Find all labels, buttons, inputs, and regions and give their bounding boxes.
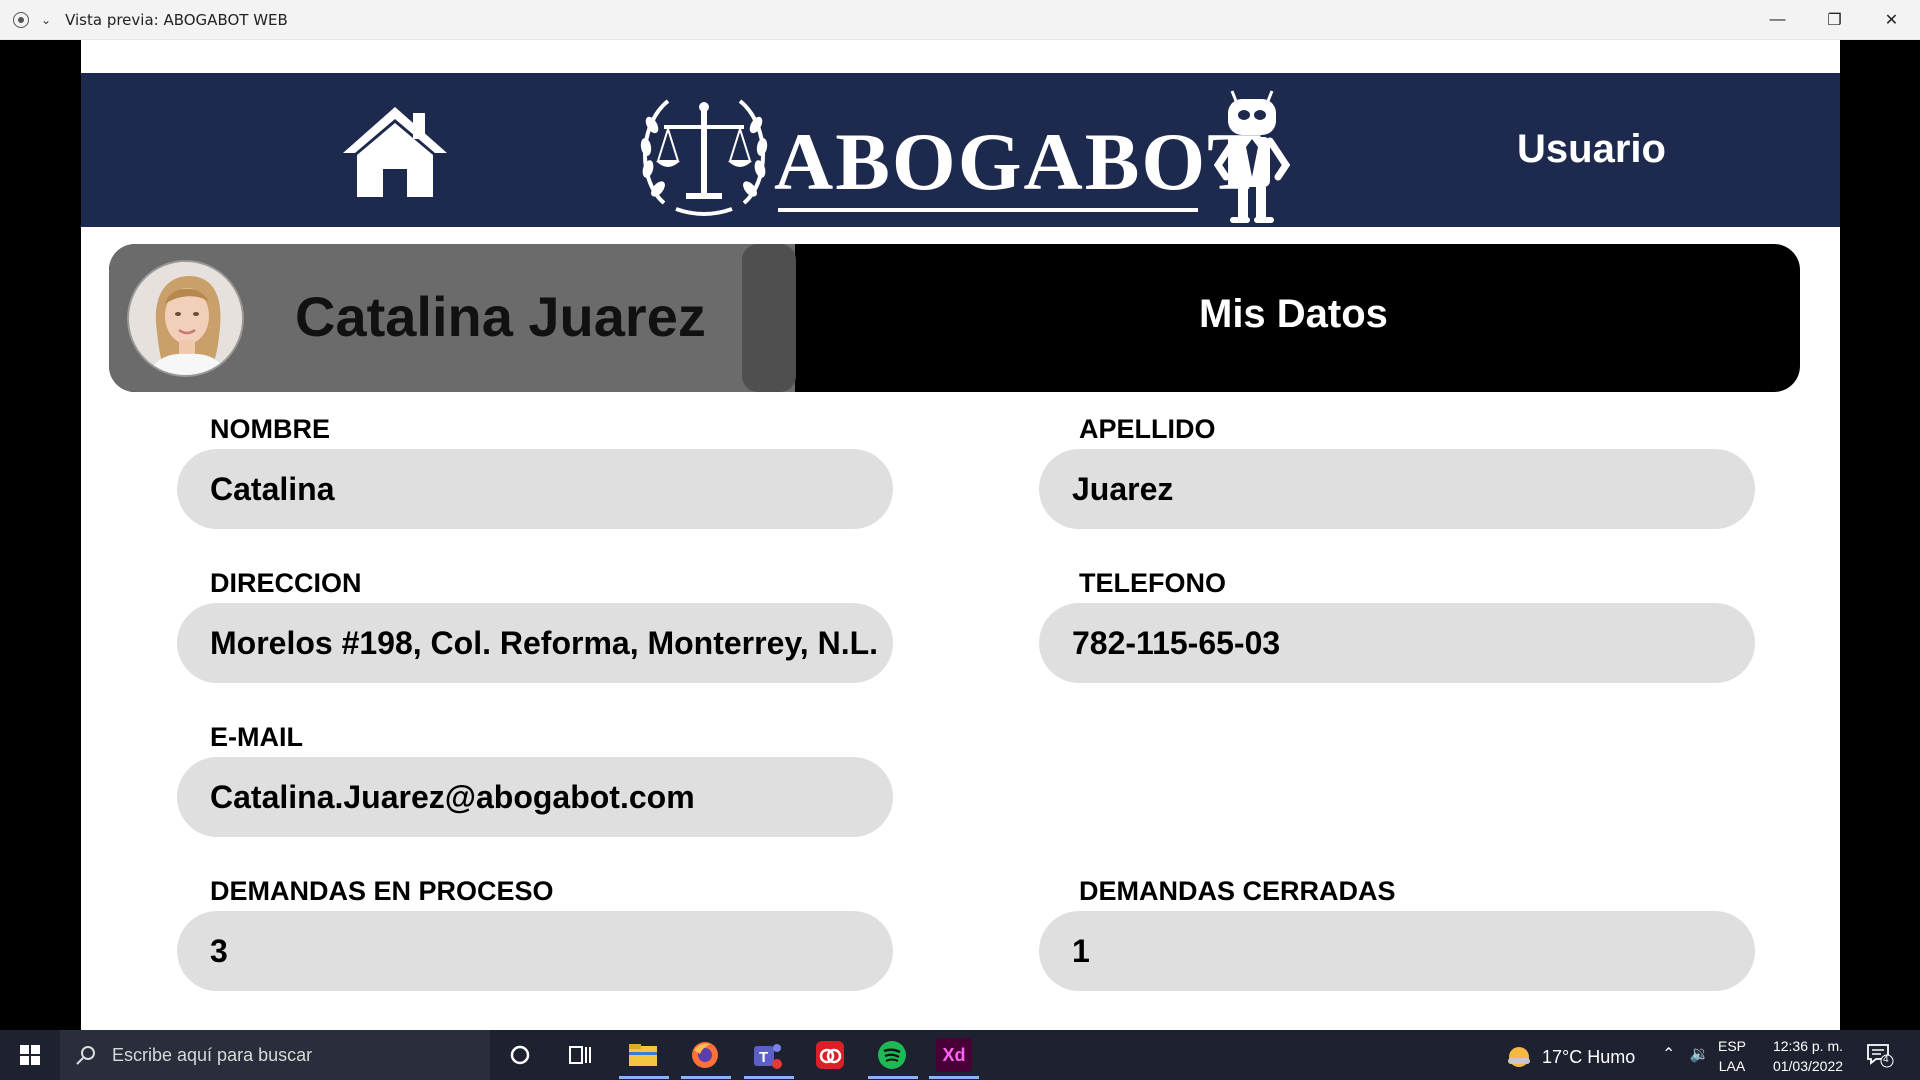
firefox-active-indicator <box>681 1076 731 1079</box>
svg-text:T: T <box>759 1049 768 1066</box>
nombre-field[interactable]: Catalina <box>177 449 893 529</box>
scales-emblem-icon <box>640 99 768 216</box>
xd-active-indicator <box>929 1076 979 1079</box>
section-title-mis-datos: Mis Datos <box>1199 292 1388 336</box>
home-icon[interactable] <box>339 103 451 199</box>
window-title: Vista previa: ABOGABOT WEB <box>65 10 288 29</box>
clock-date: 01/03/2022 <box>1772 1058 1844 1074</box>
taskbar: Escribe aquí para buscar T Xd 17°C Humo … <box>0 1030 1920 1080</box>
notification-icon <box>1867 1044 1894 1068</box>
search-icon <box>76 1046 95 1065</box>
tray-icons[interactable]: ⌃ 🔉 <box>1662 1044 1710 1064</box>
firefox-icon[interactable] <box>688 1038 722 1072</box>
telefono-label: TELEFONO <box>1079 568 1226 598</box>
email-field[interactable]: Catalina.Juarez@abogabot.com <box>177 757 893 837</box>
weather-icon <box>1508 1047 1530 1067</box>
restore-button[interactable]: ❐ <box>1806 0 1863 40</box>
clock-time: 12:36 p. m. <box>1772 1038 1844 1054</box>
direccion-label: DIRECCION <box>210 568 362 598</box>
start-button[interactable] <box>0 1030 60 1080</box>
language-code: ESP <box>1718 1038 1747 1054</box>
creative-cloud-icon[interactable] <box>813 1038 847 1072</box>
search-placeholder: Escribe aquí para buscar <box>112 1044 313 1065</box>
cortana-icon[interactable] <box>503 1038 537 1072</box>
email-label: E-MAIL <box>210 722 303 752</box>
teams-icon[interactable]: T <box>751 1038 785 1072</box>
robot-icon <box>1214 90 1291 223</box>
demandas-proceso-label: DEMANDAS EN PROCESO <box>210 876 554 906</box>
weather-text: 17°C Humo <box>1542 1046 1636 1067</box>
apellido-label: APELLIDO <box>1079 414 1216 444</box>
profile-banner: Catalina Juarez Mis Datos <box>109 244 1800 392</box>
weather-widget[interactable]: 17°C Humo <box>1506 1044 1635 1070</box>
brand-logo[interactable]: ABOGABOT <box>634 85 1294 225</box>
speaker-icon[interactable]: 🔉 <box>1690 1046 1710 1063</box>
adobe-xd-icon[interactable]: Xd <box>936 1038 972 1072</box>
spotify-active-indicator <box>868 1076 918 1079</box>
direccion-field[interactable]: Morelos #198, Col. Reforma, Monterrey, N… <box>177 603 893 683</box>
banner-divider-tab <box>742 244 796 392</box>
apellido-field[interactable]: Juarez <box>1039 449 1755 529</box>
minimize-button[interactable]: — <box>1749 0 1806 40</box>
explorer-active-indicator <box>619 1076 669 1079</box>
teams-active-indicator <box>744 1076 794 1079</box>
record-icon[interactable] <box>13 11 29 28</box>
brand-name: ABOGABOT <box>774 116 1264 207</box>
windows-logo-icon <box>20 1045 40 1065</box>
taskbar-search[interactable]: Escribe aquí para buscar <box>60 1030 490 1080</box>
chevron-up-icon[interactable]: ⌃ <box>1662 1046 1675 1063</box>
demandas-cerradas-field[interactable]: 1 <box>1039 911 1755 991</box>
notification-count: 4 <box>1883 1054 1889 1065</box>
avatar <box>127 260 244 377</box>
site-header: ABOGABOT Usuario <box>81 73 1840 227</box>
brand-underline <box>778 208 1198 212</box>
spotify-icon[interactable] <box>875 1038 909 1072</box>
window-titlebar: ⌄ Vista previa: ABOGABOT WEB — ❐ ✕ <box>0 0 1920 40</box>
profile-name: Catalina Juarez <box>295 285 706 348</box>
language-indicator[interactable]: ESP LAA <box>1718 1036 1746 1076</box>
telefono-field[interactable]: 782-115-65-03 <box>1039 603 1755 683</box>
close-button[interactable]: ✕ <box>1863 0 1920 40</box>
demandas-cerradas-label: DEMANDAS CERRADAS <box>1079 876 1396 906</box>
chevron-down-icon[interactable]: ⌄ <box>41 13 51 27</box>
keyboard-layout: LAA <box>1718 1058 1746 1074</box>
task-view-icon[interactable] <box>563 1038 597 1072</box>
app-page: ABOGABOT Usuario Catalina Juarez Mis Dat… <box>81 40 1840 1030</box>
usuario-link[interactable]: Usuario <box>1517 127 1666 172</box>
clock[interactable]: 12:36 p. m. 01/03/2022 <box>1768 1036 1848 1076</box>
notification-center[interactable]: 4 <box>1866 1042 1894 1073</box>
nombre-label: NOMBRE <box>210 414 330 444</box>
file-explorer-icon[interactable] <box>626 1038 660 1072</box>
demandas-proceso-field[interactable]: 3 <box>177 911 893 991</box>
